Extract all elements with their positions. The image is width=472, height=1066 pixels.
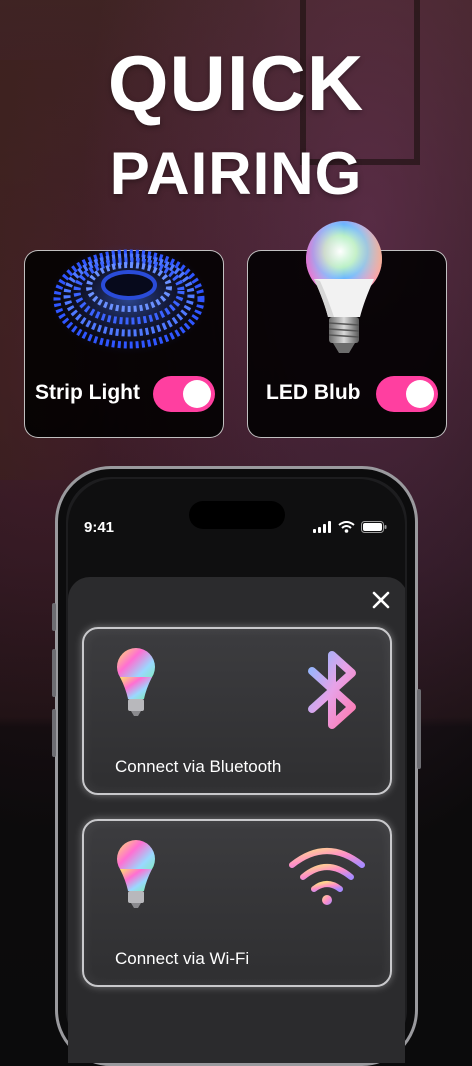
close-icon[interactable] [370,589,392,611]
status-time: 9:41 [84,519,115,536]
strip-light-label: Strip Light [35,381,140,404]
status-icons [313,521,387,533]
strip-light-image [49,243,207,355]
phone-power-button [417,689,421,769]
strip-light-toggle[interactable] [153,376,215,412]
led-bulb-image [306,221,382,353]
dynamic-island [188,501,285,529]
battery-icon [361,521,387,533]
bluetooth-icon [308,651,356,729]
bulb-icon [117,648,155,716]
hero-title-line2: PAIRING [109,140,363,207]
phone-volume-up-button [52,649,56,697]
connect-wifi-label: Connect via Wi-Fi [115,949,250,968]
phone-screen: 9:41 Connect via Bluetooth Connect via W… [68,479,405,1063]
connect-bluetooth-option[interactable]: Connect via Bluetooth [82,627,392,795]
bulb-icon [117,840,155,908]
connect-bluetooth-label: Connect via Bluetooth [115,757,282,776]
phone-action-button [52,603,56,631]
phone-mockup: 9:41 Connect via Bluetooth Connect via W… [52,466,421,1066]
led-bulb-toggle[interactable] [376,376,438,412]
led-bulb-label: LED Blub [266,381,361,404]
wifi-icon [289,848,365,905]
cellular-signal-icon [313,521,331,533]
pairing-sheet: Connect via Bluetooth Connect via Wi-Fi [68,577,405,1063]
hero-title-line1: QUICK [107,39,365,127]
toggle-knob [406,380,434,408]
connect-wifi-option[interactable]: Connect via Wi-Fi [82,819,392,987]
strip-light-card[interactable]: Strip Light [24,243,224,438]
led-bulb-card[interactable]: LED Blub [247,221,447,438]
wifi-status-icon [338,521,355,533]
phone-volume-down-button [52,709,56,757]
toggle-knob [183,380,211,408]
